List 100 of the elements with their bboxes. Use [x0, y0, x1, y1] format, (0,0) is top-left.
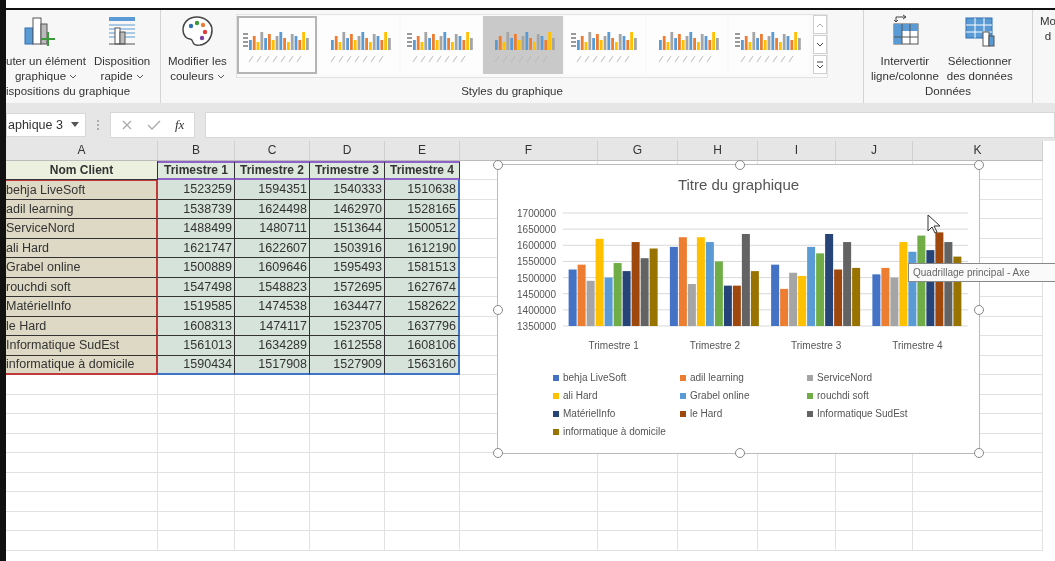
cancel-icon[interactable]: [121, 118, 133, 131]
resize-handle[interactable]: [735, 448, 745, 458]
table-cell: 1627674: [385, 277, 460, 297]
table-cell: 1621747: [158, 238, 235, 258]
ribbon-button[interactable]: Disposition rapide: [90, 14, 154, 84]
table-cell: 1513644: [310, 219, 385, 239]
table-cell: Informatique SudEst: [6, 336, 158, 356]
axis-label: 1550000: [517, 256, 556, 268]
table-cell: 1563160: [385, 355, 460, 375]
table-cell: 1581513: [385, 258, 460, 278]
chart-style-thumbnail[interactable]: [482, 16, 563, 74]
scroll-down-button[interactable]: [812, 35, 827, 54]
axis-label: 1500000: [517, 272, 556, 284]
table-cell: 1519585: [158, 297, 235, 317]
column-header[interactable]: B: [158, 141, 235, 161]
legend-label: behja LiveSoft: [563, 372, 627, 383]
column-header[interactable]: F: [460, 141, 598, 161]
table-cell: 1540333: [310, 180, 385, 200]
header-cell: Nom Client: [6, 160, 158, 180]
axis-label: 1650000: [517, 224, 556, 236]
table-cell: 1634477: [310, 297, 385, 317]
table-cell: behja LiveSoft: [6, 180, 158, 200]
table-cell: ServiceNord: [6, 219, 158, 239]
column-header[interactable]: G: [598, 141, 678, 161]
ribbon-button[interactable]: Modifier les couleurs: [165, 14, 230, 84]
resize-handle[interactable]: [974, 305, 984, 315]
grip-icon: [96, 118, 100, 131]
table-cell: 1622607: [235, 238, 310, 258]
table-cell: le Hard: [6, 316, 158, 336]
table-cell: 1590434: [158, 355, 235, 375]
table-cell: 1474117: [235, 316, 310, 336]
palette-icon: [180, 14, 215, 48]
mouse-cursor-icon: [927, 214, 941, 234]
table-cell: informatique à domicile: [6, 355, 158, 375]
chart-title: Titre du graphique: [677, 176, 800, 195]
resize-handle[interactable]: [493, 160, 503, 170]
caret-icon: [216, 73, 225, 80]
group-label: Données: [923, 85, 972, 99]
table-cell: 1500512: [385, 219, 460, 239]
table-cell: 1612558: [310, 336, 385, 356]
resize-handle[interactable]: [493, 305, 503, 315]
column-header[interactable]: J: [836, 141, 913, 161]
axis-label: Trimestre 4: [892, 340, 943, 351]
table-cell: 1528165: [385, 199, 460, 219]
group-label: Styles du graphique: [460, 85, 564, 99]
chart-style-thumbnail[interactable]: [236, 16, 317, 74]
table-cell: 1595493: [310, 258, 385, 278]
checkmark-icon[interactable]: [147, 118, 161, 131]
table-cell: 1462970: [310, 199, 385, 219]
table-cell: 1637796: [385, 316, 460, 336]
column-header[interactable]: C: [235, 141, 310, 161]
column-header[interactable]: I: [758, 141, 836, 161]
ribbon-button[interactable]: Sélectionner des données: [943, 14, 1016, 84]
table-cell: 1480711: [235, 219, 310, 239]
table-cell: 1582622: [385, 297, 460, 317]
table-cell: MatérielInfo: [6, 297, 158, 317]
table-cell: 1634289: [235, 336, 310, 356]
column-header[interactable]: E: [385, 141, 460, 161]
table-cell: 1608313: [158, 316, 235, 336]
add-chart-element-icon: [22, 14, 56, 48]
table-cell: 1517908: [235, 355, 310, 375]
caret-icon: [135, 73, 144, 80]
resize-handle[interactable]: [735, 160, 745, 170]
table-cell: 1538739: [158, 199, 235, 219]
resize-handle[interactable]: [493, 448, 503, 458]
axis-label: 1350000: [517, 321, 556, 332]
axis-label: Trimestre 1: [588, 340, 639, 351]
column-header[interactable]: D: [310, 141, 385, 161]
header-cell: Trimestre 4: [385, 160, 460, 180]
ribbon-button[interactable]: Intervertir ligne/colonne: [868, 14, 942, 84]
column-header[interactable]: H: [678, 141, 758, 161]
table-cell: 1503916: [310, 238, 385, 258]
resize-handle[interactable]: [974, 448, 984, 458]
chevron-up-icon: [815, 21, 824, 28]
ribbon-button[interactable]: Mo d: [1037, 14, 1055, 44]
legend-label: adil learning: [690, 372, 744, 383]
scroll-up-button[interactable]: [812, 15, 827, 34]
select-data-icon: [962, 14, 997, 48]
resize-handle[interactable]: [974, 160, 984, 170]
expand-icon: [815, 60, 824, 69]
legend-label: Grabel online: [690, 390, 750, 401]
table-cell: adil learning: [6, 199, 158, 219]
axis-label: 1450000: [517, 288, 556, 300]
table-cell: 1523705: [310, 316, 385, 336]
group-label: ispositions du graphique: [6, 85, 132, 99]
legend-label: informatique à domicile: [563, 426, 666, 437]
column-header[interactable]: K: [913, 141, 1043, 161]
legend-label: Informatique SudEst: [817, 408, 908, 419]
table-cell: 1624498: [235, 199, 310, 219]
tooltip: Quadrillage principal - Axe: [908, 263, 1055, 282]
formula-input[interactable]: [205, 111, 1055, 138]
legend-label: ali Hard: [563, 390, 598, 401]
table-cell: ali Hard: [6, 238, 158, 258]
more-styles-button[interactable]: [812, 55, 827, 74]
name-box[interactable]: aphique 3: [6, 112, 86, 137]
table-cell: 1608106: [385, 336, 460, 356]
table-cell: 1561013: [158, 336, 235, 356]
column-header[interactable]: A: [6, 141, 158, 161]
table-cell: 1500889: [158, 258, 235, 278]
insert-function-button[interactable]: fx: [175, 116, 185, 133]
